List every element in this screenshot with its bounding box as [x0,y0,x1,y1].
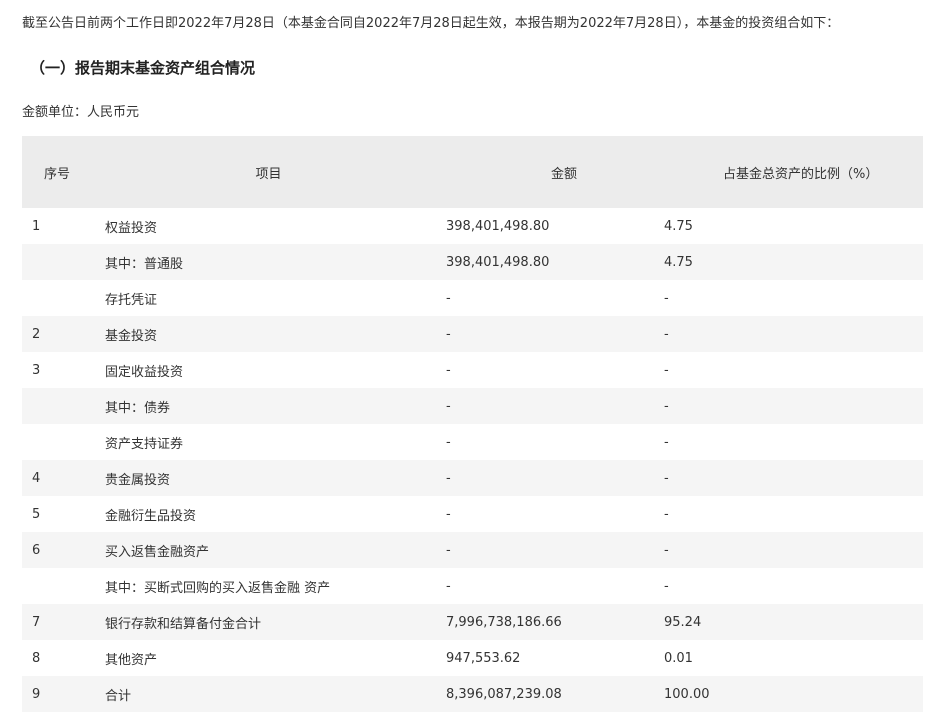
cell-item: 贵金属投资 [92,460,445,496]
header-no: 序号 [22,136,92,208]
cell-amount: - [445,460,663,496]
cell-no: 4 [22,460,92,496]
cell-amount: 947,553.62 [446,650,521,666]
cell-ratio: - [664,578,669,594]
cell-amount: - [445,388,663,424]
cell-amount: 398,401,498.80 [445,244,663,280]
cell-no [22,244,92,280]
cell-item: 其中：普通股 [92,244,445,280]
asset-portfolio-table: 序号 项目 金额 占基金总资产的比例（%） 1 权益投资 398,401,498.8… [22,136,923,712]
cell-item: 金融衍生品投资 [105,508,197,524]
unit-label: 金额单位：人民币元 [22,105,140,120]
table-row: 9 合计 8,396,087,239.08 100.00 [22,676,923,712]
cell-item: 其他资产 [105,652,158,668]
table-row: 4 贵金属投资 - - [22,460,923,496]
cell-ratio: - [664,506,669,522]
cell-no: 3 [32,362,41,378]
header-amount: 金额 [445,136,663,208]
table-row: 其中：普通股 398,401,498.80 4.75 [22,244,923,280]
cell-ratio: - [664,434,669,450]
cell-item: 银行存款和结算备付金合计 [92,604,445,640]
table-row: 其中：债券 - - [22,388,923,424]
cell-amount: - [446,506,451,522]
cell-no: 1 [32,218,41,234]
cell-ratio: - [664,362,669,378]
cell-amount: - [445,316,663,352]
cell-amount: 8,396,087,239.08 [445,676,663,712]
cell-no [22,280,92,316]
cell-ratio: 4.75 [663,244,923,280]
cell-item: 基金投资 [92,316,445,352]
cell-amount: - [446,434,451,450]
cell-ratio: - [663,316,923,352]
cell-no: 7 [22,604,92,640]
cell-no: 2 [22,316,92,352]
cell-no [22,424,92,460]
table-row: 7 银行存款和结算备付金合计 7,996,738,186.66 95.24 [22,604,923,640]
cell-no: 5 [32,506,41,522]
table-row: 6 买入返售金融资产 - - [22,532,923,568]
header-ratio: 占基金总资产的比例（%） [663,136,923,208]
cell-ratio: - [663,460,923,496]
table-row: 其中：买断式回购的买入返售金融 资产 - - [22,568,923,604]
cell-amount: - [446,362,451,378]
cell-ratio: 100.00 [663,676,923,712]
cell-no: 8 [32,650,41,666]
cell-no [22,388,92,424]
cell-item: 买入返售金融资产 [92,532,445,568]
cell-no [22,568,92,604]
header-item: 项目 [92,136,445,208]
table-row: 2 基金投资 - - [22,316,923,352]
table-row: 5 金融衍生品投资 - - [22,496,923,532]
cell-amount: 398,401,498.80 [446,218,550,234]
table-header-row: 序号 项目 金额 占基金总资产的比例（%） [22,136,923,208]
cell-ratio: - [663,388,923,424]
cell-no: 9 [22,676,92,712]
cell-item: 固定收益投资 [105,364,184,380]
cell-item: 其中：债券 [92,388,445,424]
cell-amount: - [445,532,663,568]
cell-amount: - [446,290,451,306]
section-title: （一）报告期末基金资产组合情况 [30,59,256,77]
cell-ratio: 0.01 [664,650,693,666]
cell-no: 6 [22,532,92,568]
cell-ratio: 95.24 [663,604,923,640]
cell-amount: - [446,578,451,594]
cell-item: 合计 [92,676,445,712]
table-row: 3 固定收益投资 - - [22,352,923,388]
cell-item: 资产支持证券 [105,436,184,452]
table-row: 1 权益投资 398,401,498.80 4.75 [22,208,923,244]
cell-ratio: - [664,290,669,306]
cell-ratio: 4.75 [664,218,693,234]
table-row: 存托凭证 - - [22,280,923,316]
table-row: 8 其他资产 947,553.62 0.01 [22,640,923,676]
table-row: 资产支持证券 - - [22,424,923,460]
cell-amount: 7,996,738,186.66 [445,604,663,640]
intro-text: 截至公告日前两个工作日即2022年7月28日（本基金合同自2022年7月28日起… [22,16,840,31]
cell-item: 存托凭证 [105,292,158,308]
cell-item: 权益投资 [105,220,158,236]
cell-item: 其中：买断式回购的买入返售金融 资产 [105,580,331,596]
cell-ratio: - [663,532,923,568]
